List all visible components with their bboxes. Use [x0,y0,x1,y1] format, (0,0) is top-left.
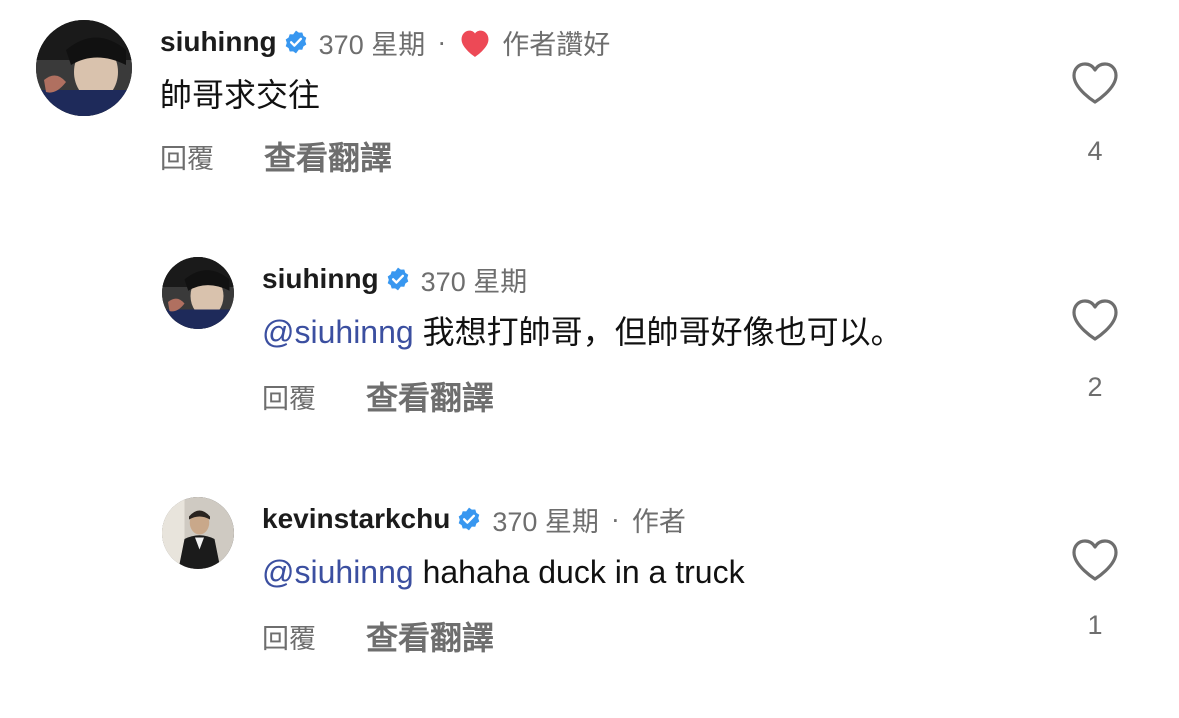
separator-dot: · [610,503,620,534]
like-count: 2 [1087,372,1103,402]
comment-text: 我想打帥哥，但帥哥好像也可以。 [413,314,903,350]
mention-link[interactable]: @siuhinng [262,554,414,590]
comment-reply: kevinstarkchu 370 星期 · 作者 @siuhinng haha… [0,0,1179,656]
avatar-image [162,257,234,329]
like-heart-icon[interactable] [1070,537,1120,583]
avatar[interactable] [162,257,234,329]
like-count: 1 [1087,610,1103,640]
comment-text: hahaha duck in a truck [413,554,745,590]
timestamp: 370 星期 [420,266,528,297]
reply-button[interactable]: 回覆 [262,617,316,656]
avatar-image [162,497,234,569]
reply-button[interactable]: 回覆 [262,377,316,416]
verified-badge-icon [456,506,482,532]
verified-badge-icon [385,266,411,292]
see-translation-button[interactable]: 查看翻譯 [366,613,494,659]
timestamp: 370 星期 [492,506,599,537]
like-heart-icon[interactable] [1070,297,1120,343]
username[interactable]: siuhinng [262,263,379,295]
avatar[interactable] [162,497,234,569]
author-label: 作者 [631,506,686,537]
see-translation-button[interactable]: 查看翻譯 [366,373,494,419]
username[interactable]: kevinstarkchu [262,503,450,535]
mention-link[interactable]: @siuhinng [262,314,414,350]
